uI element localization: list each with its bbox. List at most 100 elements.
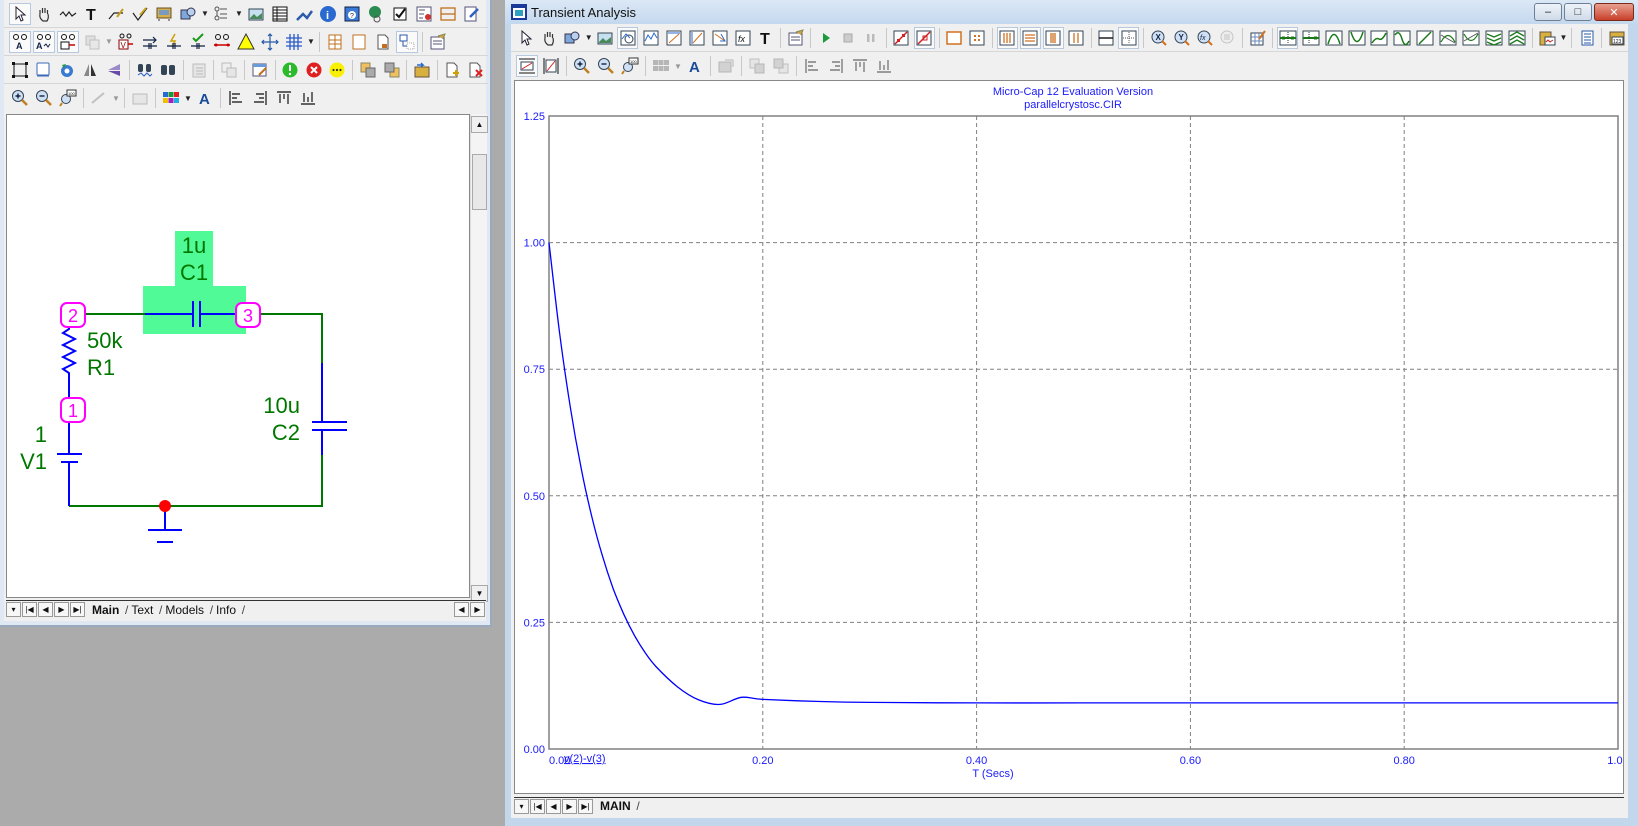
mirror-horizontal-button[interactable] <box>80 59 102 81</box>
info-button[interactable]: i <box>317 3 339 25</box>
scroll-up-button[interactable]: ▲ <box>471 116 488 133</box>
align-right-button[interactable] <box>249 87 271 109</box>
scale-button[interactable] <box>617 26 639 49</box>
edit-properties-button[interactable] <box>461 3 483 25</box>
go-to-branch-button[interactable] <box>1217 27 1238 49</box>
probe-button[interactable] <box>293 3 315 25</box>
maximize-button[interactable]: □ <box>1564 3 1592 21</box>
font-button[interactable]: A <box>684 55 706 77</box>
edit-region-button[interactable] <box>249 59 271 81</box>
next-simulation-button[interactable] <box>1484 27 1505 49</box>
copy-region-button[interactable] <box>218 59 240 81</box>
trace-label-v2-v3[interactable]: v(2)-v(3) <box>564 753 606 765</box>
find-next-button[interactable] <box>157 59 179 81</box>
node-1-marker[interactable]: 1 <box>60 397 86 423</box>
low-button[interactable] <box>1346 27 1367 49</box>
run-analysis-button[interactable] <box>815 27 836 49</box>
zoom-out-button[interactable] <box>595 55 617 77</box>
clip-button[interactable] <box>715 55 737 77</box>
palette-dropdown-icon[interactable]: ▼ <box>673 62 683 71</box>
edit-probe-button[interactable] <box>88 87 110 109</box>
zoom-100-button[interactable]: 100 <box>57 87 79 109</box>
capacitor-c2-symbol[interactable] <box>312 363 347 455</box>
grid-toggle-button[interactable] <box>1118 26 1140 49</box>
crossing-up-button[interactable] <box>1438 27 1459 49</box>
pan-button[interactable] <box>33 3 55 25</box>
tab-main[interactable]: Main <box>86 603 129 617</box>
scale-y-button[interactable] <box>540 55 562 77</box>
r1-value-label[interactable]: 50k <box>87 328 123 353</box>
peak-button[interactable] <box>1277 26 1299 49</box>
ruler-button-2[interactable] <box>1019 26 1041 49</box>
prev-tab-button[interactable]: ◀ <box>546 798 561 814</box>
shapes-button[interactable] <box>562 27 583 49</box>
hscroll-right-button[interactable]: ▶ <box>470 602 485 617</box>
point-tags-button[interactable] <box>913 26 935 49</box>
shapes-dropdown-icon[interactable]: ▼ <box>584 33 593 42</box>
page-button[interactable] <box>348 31 370 53</box>
picture-button[interactable] <box>594 27 615 49</box>
plot-area[interactable]: Micro-Cap 12 Evaluation Version parallel… <box>514 80 1629 794</box>
property-sheet-button[interactable] <box>427 31 449 53</box>
ruler-button-3[interactable] <box>1042 26 1064 49</box>
run-button[interactable] <box>280 59 302 81</box>
tokens-button[interactable] <box>967 27 988 49</box>
ratsnest-button[interactable] <box>413 3 435 25</box>
picture-button[interactable] <box>245 3 267 25</box>
send-to-back-button[interactable] <box>770 55 792 77</box>
font-button[interactable]: A <box>194 87 216 109</box>
color-dropdown-icon[interactable]: ▼ <box>183 94 193 103</box>
auto-scale-button[interactable] <box>516 55 538 77</box>
color-palette-button[interactable] <box>160 87 182 109</box>
circuit-diagram[interactable]: 2 3 1 1u C1 50k R1 10u C2 1 V1 <box>7 115 469 597</box>
fit-y-button[interactable] <box>686 27 707 49</box>
tab-main-plot[interactable]: MAIN <box>594 799 639 813</box>
pause-button[interactable] <box>327 59 349 81</box>
add-page-button[interactable] <box>442 59 464 81</box>
grid-text-button[interactable]: A <box>33 30 55 53</box>
current-display-button[interactable] <box>139 31 161 53</box>
select-mode-button[interactable] <box>9 2 31 25</box>
component-button[interactable] <box>153 3 175 25</box>
inflection-button[interactable] <box>1369 27 1390 49</box>
tracking-button[interactable] <box>709 27 730 49</box>
attribute-text-button[interactable]: A <box>9 30 31 53</box>
go-to-x-button[interactable]: X <box>1148 27 1169 49</box>
tab-text[interactable]: Text <box>125 603 162 617</box>
r1-ref-label[interactable]: R1 <box>87 355 115 380</box>
first-tab-button[interactable]: |◀ <box>22 602 37 617</box>
node-2-marker[interactable]: 2 <box>60 302 86 328</box>
probe-dropdown-icon[interactable]: ▼ <box>111 94 121 103</box>
wire-mode-button[interactable] <box>57 3 79 25</box>
ruler-button-4[interactable] <box>1066 27 1087 49</box>
valley-button[interactable] <box>1300 27 1321 49</box>
import-button[interactable] <box>411 59 433 81</box>
c2-ref-label[interactable]: C2 <box>272 420 300 445</box>
high-button[interactable] <box>1323 27 1344 49</box>
properties-button[interactable] <box>785 27 806 49</box>
pan-button[interactable] <box>539 27 560 49</box>
v1-value-label[interactable]: 1 <box>35 422 47 447</box>
bus-mode-button[interactable] <box>129 3 151 25</box>
align-top-button[interactable] <box>849 55 871 77</box>
fit-x-button[interactable] <box>663 27 684 49</box>
find-button[interactable] <box>134 59 156 81</box>
clipboard-data-button[interactable]: 123 <box>1606 27 1627 49</box>
align-right-button[interactable] <box>825 55 847 77</box>
cursor-mode-button[interactable] <box>640 27 661 49</box>
stop-analysis-button[interactable] <box>838 27 859 49</box>
delete-page-button[interactable] <box>465 59 487 81</box>
stepping-button[interactable] <box>891 27 912 49</box>
function-button[interactable]: fx <box>732 27 753 49</box>
minimize-button[interactable]: – <box>1534 3 1562 21</box>
layout-toggle-button[interactable] <box>396 30 418 53</box>
hscroll-left-button[interactable]: ◀ <box>454 602 469 617</box>
bring-to-front-button[interactable] <box>357 59 379 81</box>
series-line-v2-v3[interactable] <box>548 242 1618 706</box>
zoom-in-button[interactable] <box>9 87 31 109</box>
check-button[interactable] <box>389 3 411 25</box>
macro-dropdown-icon[interactable]: ▼ <box>200 9 210 18</box>
pin-dropdown-icon[interactable]: ▼ <box>104 37 114 46</box>
text-mode-button[interactable]: T <box>755 27 776 49</box>
grid-lines-button[interactable] <box>437 3 459 25</box>
